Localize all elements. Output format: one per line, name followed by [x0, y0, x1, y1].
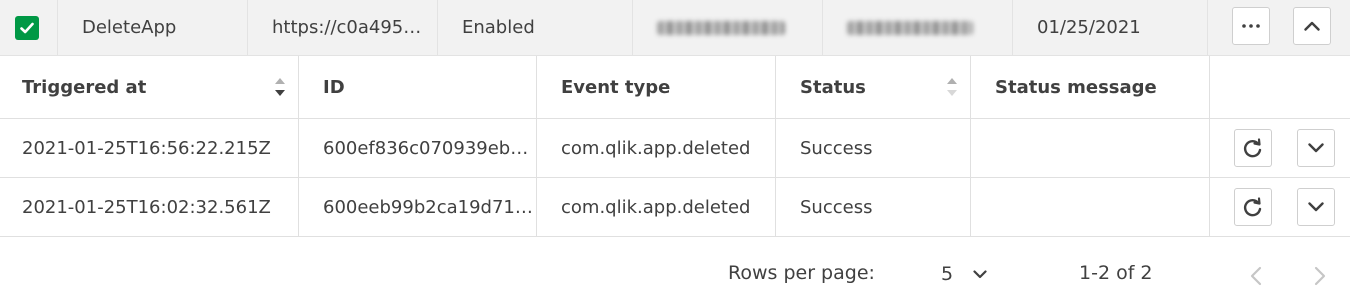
cell-status-message — [971, 178, 1210, 236]
redacted-owner — [657, 20, 785, 35]
table-row: 2021-01-25T16:02:32.561Z 600eeb99b2ca19d… — [0, 178, 1350, 237]
events-table-header: Triggered at ID Event type Status Status… — [0, 56, 1350, 119]
webhook-url: https://c0a495… — [272, 17, 422, 38]
cell-status: Success — [776, 178, 971, 236]
prev-page-button[interactable] — [1242, 262, 1270, 290]
column-header-triggered-at[interactable]: Triggered at — [0, 56, 299, 118]
next-page-icon — [1314, 266, 1326, 286]
redacted-creator — [847, 20, 973, 35]
webhook-creator-cell — [823, 0, 1013, 55]
pagination-bar: Rows per page: 5 1-2 of 2 — [0, 238, 1350, 307]
table-row: 2021-01-25T16:56:22.215Z 600ef836c070939… — [0, 119, 1350, 178]
cell-event-type: com.qlik.app.deleted — [537, 119, 776, 177]
expand-icon — [1308, 143, 1324, 153]
cell-id: 600ef836c070939eb… — [299, 119, 537, 177]
collapse-icon — [1304, 21, 1320, 31]
select-cell — [0, 0, 58, 55]
webhook-owner-cell — [633, 0, 823, 55]
cell-status-message — [971, 119, 1210, 177]
cell-triggered-at: 2021-01-25T16:02:32.561Z — [0, 178, 299, 236]
next-page-button[interactable] — [1306, 262, 1334, 290]
retry-icon — [1243, 197, 1262, 217]
retry-button[interactable] — [1234, 188, 1272, 226]
rows-per-page-select[interactable]: 5 — [930, 258, 996, 290]
more-actions-button[interactable] — [1232, 7, 1270, 45]
page-range: 1-2 of 2 — [1079, 262, 1153, 284]
webhook-summary-row: DeleteApp https://c0a495… Enabled 01/25/… — [0, 0, 1350, 56]
cell-triggered-at: 2021-01-25T16:56:22.215Z — [0, 119, 299, 177]
retry-icon — [1243, 138, 1262, 158]
rows-per-page-value: 5 — [941, 263, 954, 285]
column-header-event-type[interactable]: Event type — [537, 56, 776, 118]
webhook-date: 01/25/2021 — [1037, 17, 1141, 38]
column-header-status-message[interactable]: Status message — [971, 56, 1210, 118]
sort-icon — [275, 78, 285, 96]
webhook-date-cell: 01/25/2021 — [1013, 0, 1208, 55]
column-header-actions — [1210, 56, 1350, 118]
cell-status: Success — [776, 119, 971, 177]
sort-icon — [947, 78, 957, 96]
expand-icon — [1308, 202, 1324, 212]
webhook-status: Enabled — [462, 17, 535, 38]
more-icon — [1242, 24, 1260, 28]
retry-button[interactable] — [1234, 129, 1272, 167]
webhook-status-cell: Enabled — [438, 0, 633, 55]
rows-per-page-label: Rows per page: — [728, 262, 875, 284]
chevron-down-icon — [973, 269, 987, 278]
webhook-name: DeleteApp — [82, 17, 177, 38]
select-checkbox[interactable] — [15, 15, 39, 40]
webhook-url-cell: https://c0a495… — [248, 0, 438, 55]
webhook-name-cell: DeleteApp — [58, 0, 248, 55]
column-header-status[interactable]: Status — [776, 56, 971, 118]
cell-id: 600eeb99b2ca19d71… — [299, 178, 537, 236]
expand-row-button[interactable] — [1297, 129, 1335, 167]
prev-page-icon — [1250, 266, 1262, 286]
collapse-button[interactable] — [1293, 7, 1331, 45]
cell-event-type: com.qlik.app.deleted — [537, 178, 776, 236]
check-icon — [20, 22, 34, 33]
column-header-id[interactable]: ID — [299, 56, 537, 118]
expand-row-button[interactable] — [1297, 188, 1335, 226]
